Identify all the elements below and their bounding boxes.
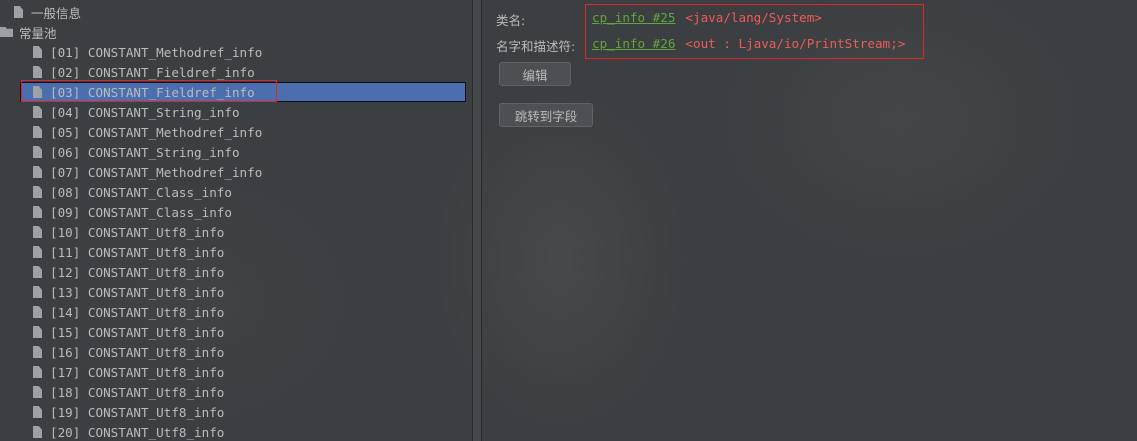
tree-item-label: [11] CONSTANT_Utf8_info: [50, 244, 225, 260]
file-icon: [33, 106, 42, 118]
tree-item-label: [13] CONSTANT_Utf8_info: [50, 284, 225, 300]
file-icon: [33, 126, 42, 138]
tree-item-label: [16] CONSTANT_Utf8_info: [50, 344, 225, 360]
tree-item-general-info[interactable]: 一般信息: [0, 2, 472, 22]
tree-item-label: [01] CONSTANT_Methodref_info: [50, 44, 263, 60]
file-icon: [33, 426, 42, 438]
tree-item-constant[interactable]: [05] CONSTANT_Methodref_info: [0, 122, 472, 142]
file-icon: [33, 306, 42, 318]
tree-item-label: [07] CONSTANT_Methodref_info: [50, 164, 263, 180]
tree-item-label: [20] CONSTANT_Utf8_info: [50, 424, 225, 440]
tree-item-constant[interactable]: [08] CONSTANT_Class_info: [0, 182, 472, 202]
tree-item-constant[interactable]: [13] CONSTANT_Utf8_info: [0, 282, 472, 302]
tree-item-label: [15] CONSTANT_Utf8_info: [50, 324, 225, 340]
tree-item-label: 一般信息: [31, 5, 82, 21]
file-icon: [14, 6, 23, 18]
values-highlight-frame: [585, 4, 924, 59]
file-icon: [33, 266, 42, 278]
goto-field-button[interactable]: 跳转到字段: [499, 103, 593, 127]
selected-item-highlight-frame: [21, 80, 277, 102]
tree-item-constant[interactable]: [14] CONSTANT_Utf8_info: [0, 302, 472, 322]
panel-splitter[interactable]: [472, 0, 482, 441]
tree-item-constant[interactable]: [19] CONSTANT_Utf8_info: [0, 402, 472, 422]
tree-item-constant[interactable]: [17] CONSTANT_Utf8_info: [0, 362, 472, 382]
file-icon: [33, 166, 42, 178]
tree-item-label: [14] CONSTANT_Utf8_info: [50, 304, 225, 320]
file-icon: [33, 206, 42, 218]
tree-item-label: [08] CONSTANT_Class_info: [50, 184, 232, 200]
constant-detail-panel: 类名: cp_info #25 <java/lang/System> 名字和描述符…: [482, 0, 1137, 441]
tree-item-constant[interactable]: [18] CONSTANT_Utf8_info: [0, 382, 472, 402]
tree-item-constant[interactable]: [11] CONSTANT_Utf8_info: [0, 242, 472, 262]
file-icon: [33, 186, 42, 198]
tree-item-label: [04] CONSTANT_String_info: [50, 104, 240, 120]
class-name-label: 类名:: [496, 13, 526, 28]
tree-item-constant[interactable]: [09] CONSTANT_Class_info: [0, 202, 472, 222]
tree-item-label: [09] CONSTANT_Class_info: [50, 204, 232, 220]
folder-icon: [0, 27, 13, 37]
tree-item-constant[interactable]: [12] CONSTANT_Utf8_info: [0, 262, 472, 282]
file-icon: [33, 406, 42, 418]
tree-item-constant[interactable]: [15] CONSTANT_Utf8_info: [0, 322, 472, 342]
file-icon: [33, 326, 42, 338]
file-icon: [33, 346, 42, 358]
tree-item-label: 常量池: [19, 25, 57, 41]
tree-item-constant[interactable]: [04] CONSTANT_String_info: [0, 102, 472, 122]
tree-item-constant[interactable]: [16] CONSTANT_Utf8_info: [0, 342, 472, 362]
tree-item-constant[interactable]: [10] CONSTANT_Utf8_info: [0, 222, 472, 242]
tree-item-constant[interactable]: [02] CONSTANT_Fieldref_info: [0, 62, 472, 82]
tree-item-constant[interactable]: [06] CONSTANT_String_info: [0, 142, 472, 162]
tree-item-label: [02] CONSTANT_Fieldref_info: [50, 64, 255, 80]
edit-button[interactable]: 编辑: [499, 62, 571, 86]
constant-pool-tree[interactable]: 一般信息 常量池 [01] CONSTANT_Methodref_info [02…: [0, 0, 472, 441]
tree-item-label: [12] CONSTANT_Utf8_info: [50, 264, 225, 280]
file-icon: [33, 286, 42, 298]
file-icon: [33, 226, 42, 238]
file-icon: [33, 46, 42, 58]
file-icon: [33, 146, 42, 158]
tree-item-constant[interactable]: [07] CONSTANT_Methodref_info: [0, 162, 472, 182]
tree-item-constant-pool[interactable]: 常量池: [0, 22, 472, 42]
tree-item-label: [06] CONSTANT_String_info: [50, 144, 240, 160]
name-and-type-label: 名字和描述符:: [496, 39, 576, 54]
tree-item-constant[interactable]: [01] CONSTANT_Methodref_info: [0, 42, 472, 62]
class-file-viewer: 一般信息 常量池 [01] CONSTANT_Methodref_info [02…: [0, 0, 1137, 441]
tree-item-constant[interactable]: [20] CONSTANT_Utf8_info: [0, 422, 472, 441]
file-icon: [33, 386, 42, 398]
tree-item-label: [10] CONSTANT_Utf8_info: [50, 224, 225, 240]
tree-item-label: [19] CONSTANT_Utf8_info: [50, 404, 225, 420]
file-icon: [33, 366, 42, 378]
tree-item-label: [18] CONSTANT_Utf8_info: [50, 384, 225, 400]
tree-item-label: [05] CONSTANT_Methodref_info: [50, 124, 263, 140]
file-icon: [33, 246, 42, 258]
tree-item-label: [17] CONSTANT_Utf8_info: [50, 364, 225, 380]
file-icon: [33, 66, 42, 78]
